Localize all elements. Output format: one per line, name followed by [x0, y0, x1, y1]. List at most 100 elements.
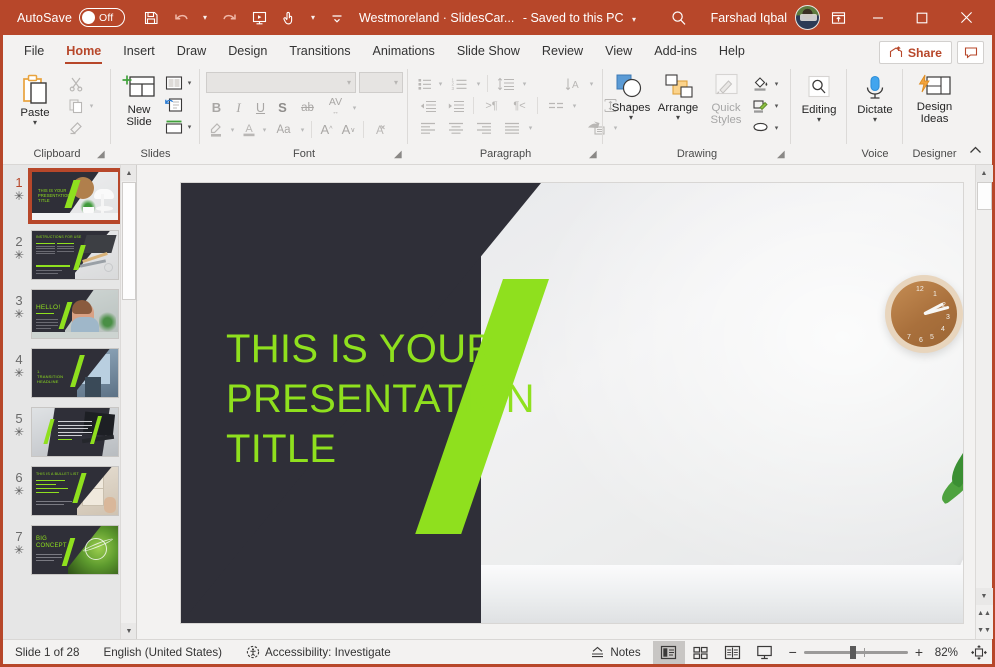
- shape-effects-icon[interactable]: [750, 117, 771, 138]
- normal-view-button[interactable]: [652, 640, 685, 664]
- increase-indent-icon[interactable]: [442, 95, 469, 116]
- arrange-button[interactable]: Arrange ▾: [654, 71, 702, 122]
- justify-icon[interactable]: [498, 117, 525, 138]
- slide-thumbnail-2[interactable]: 2 ✳ INSTRUCTIONS FOR USE: [3, 230, 136, 280]
- font-name-combobox[interactable]: ▾: [206, 72, 356, 93]
- quick-styles-button[interactable]: Quick Styles: [703, 71, 749, 126]
- decrease-font-size-button[interactable]: A ∨: [338, 119, 359, 140]
- text-direction-icon[interactable]: A: [559, 73, 586, 94]
- zoom-slider[interactable]: [803, 645, 908, 659]
- slide-thumb-image-2[interactable]: INSTRUCTIONS FOR USE: [31, 230, 119, 280]
- copy-icon[interactable]: [65, 95, 86, 116]
- justify-dropdown-icon[interactable]: ▾: [526, 124, 535, 132]
- strikethrough-button[interactable]: ab: [294, 97, 321, 118]
- increase-font-size-button[interactable]: A ^: [316, 119, 337, 140]
- text-highlight-icon[interactable]: [206, 119, 227, 140]
- slide-scroll-down-icon[interactable]: ▼: [975, 588, 993, 605]
- tab-insert[interactable]: Insert: [112, 37, 166, 65]
- numbering-dropdown-icon[interactable]: ▾: [474, 80, 483, 88]
- thumbnail-scrollbar-thumb[interactable]: [122, 182, 136, 300]
- tab-view[interactable]: View: [594, 37, 643, 65]
- tab-design[interactable]: Design: [217, 37, 278, 65]
- decrease-indent-icon[interactable]: [414, 95, 441, 116]
- slide-sorter-view-button[interactable]: [685, 641, 717, 664]
- paste-button[interactable]: Paste ▾: [9, 70, 61, 127]
- current-slide[interactable]: 12 1 2 3 4 5 6 7 THIS IS YOUR PRESENTATI…: [181, 183, 963, 623]
- copy-dropdown-icon[interactable]: ▾: [87, 102, 96, 110]
- change-case-dropdown-icon[interactable]: ▾: [298, 126, 307, 134]
- thumbnail-scroll-down-icon[interactable]: ▼: [121, 623, 136, 639]
- shape-outline-icon[interactable]: [750, 95, 771, 116]
- autosave-toggle[interactable]: Off: [79, 8, 126, 27]
- slide-title-text[interactable]: THIS IS YOUR PRESENTATION TITLE: [226, 324, 656, 474]
- new-slide-button[interactable]: New Slide: [117, 70, 161, 128]
- start-presentation-icon[interactable]: [245, 4, 273, 32]
- shape-effects-dropdown-icon[interactable]: ▾: [772, 124, 781, 132]
- slide-thumbnail-1[interactable]: 1 ✳ THIS IS YOUR PRESENTATION TITLE: [3, 168, 136, 224]
- slide-thumbnail-6[interactable]: 6 ✳ THIS IS A BULLET LIST: [3, 466, 136, 516]
- slide-thumb-image-3[interactable]: HELLO!: [31, 289, 119, 339]
- thumbnail-pane-scrollbar[interactable]: ▲ ▼: [120, 165, 136, 639]
- undo-dropdown-icon[interactable]: ▾: [197, 4, 213, 32]
- touch-mode-icon[interactable]: [275, 4, 303, 32]
- left-to-right-icon[interactable]: >¶: [478, 95, 505, 116]
- ribbon-display-options-icon[interactable]: [820, 3, 856, 33]
- slide-thumbnail-4[interactable]: 4 ✳ 1. TRANSITION HEADLINE: [3, 348, 136, 398]
- zoom-out-button[interactable]: −: [789, 644, 797, 660]
- right-to-left-icon[interactable]: ¶<: [506, 95, 533, 116]
- comments-icon[interactable]: [957, 41, 984, 64]
- tab-add-ins[interactable]: Add-ins: [643, 37, 708, 65]
- bold-button[interactable]: B: [206, 97, 227, 118]
- underline-button[interactable]: U: [250, 97, 271, 118]
- save-icon[interactable]: [137, 4, 165, 32]
- font-dialog-launcher[interactable]: ◢: [394, 150, 405, 161]
- change-case-button[interactable]: Aa: [270, 119, 297, 140]
- tab-draw[interactable]: Draw: [166, 37, 217, 65]
- align-left-icon[interactable]: [414, 117, 441, 138]
- shape-fill-dropdown-icon[interactable]: ▾: [772, 80, 781, 88]
- tab-file[interactable]: File: [13, 37, 55, 65]
- reset-icon[interactable]: [163, 94, 184, 115]
- bullets-icon[interactable]: [414, 73, 435, 94]
- tab-review[interactable]: Review: [531, 37, 594, 65]
- slide-thumbnail-3[interactable]: 3 ✳ HELLO!: [3, 289, 136, 339]
- format-painter-icon[interactable]: [65, 117, 86, 138]
- collapse-ribbon-icon[interactable]: [965, 140, 986, 161]
- close-button[interactable]: [944, 0, 988, 35]
- zoom-in-button[interactable]: +: [915, 644, 923, 660]
- numbering-icon[interactable]: 123: [446, 73, 473, 94]
- shape-outline-dropdown-icon[interactable]: ▾: [772, 102, 781, 110]
- slide-thumb-image-6[interactable]: THIS IS A BULLET LIST: [31, 466, 119, 516]
- tab-slide-show[interactable]: Slide Show: [446, 37, 531, 65]
- paste-dropdown-icon[interactable]: ▾: [33, 119, 37, 127]
- columns-dropdown-icon[interactable]: ▾: [570, 102, 579, 110]
- slide-thumbnail-7[interactable]: 7 ✳ BIG CONCEPT: [3, 525, 136, 575]
- tab-transitions[interactable]: Transitions: [278, 37, 361, 65]
- next-slide-icon[interactable]: ▼▼: [975, 622, 993, 639]
- italic-button[interactable]: I: [228, 97, 249, 118]
- slide-show-view-button[interactable]: [749, 641, 781, 664]
- save-state-label[interactable]: - Saved to this PC: [523, 11, 624, 25]
- character-spacing-button[interactable]: AV ↔: [322, 97, 349, 118]
- shapes-dropdown-icon[interactable]: ▾: [629, 114, 633, 122]
- bullets-dropdown-icon[interactable]: ▾: [436, 80, 445, 88]
- reading-view-button[interactable]: [717, 641, 749, 664]
- document-title[interactable]: Westmoreland · SlidesCar...: [359, 11, 514, 25]
- slide-scroll-track[interactable]: [976, 182, 993, 588]
- title-dropdown-icon[interactable]: ▾: [632, 15, 636, 24]
- touch-mode-dropdown-icon[interactable]: ▾: [305, 4, 321, 32]
- previous-slide-icon[interactable]: ▲▲: [975, 605, 993, 622]
- avatar[interactable]: [795, 5, 820, 30]
- maximize-button[interactable]: [900, 0, 944, 35]
- layout-icon[interactable]: [163, 72, 184, 93]
- user-name[interactable]: Farshad Iqbal: [711, 11, 787, 25]
- zoom-slider-handle[interactable]: [849, 645, 856, 659]
- slide-thumbnail-5[interactable]: 5 ✳: [3, 407, 136, 457]
- cut-icon[interactable]: [65, 73, 86, 94]
- tab-home[interactable]: Home: [55, 37, 112, 65]
- tab-animations[interactable]: Animations: [362, 37, 446, 65]
- shapes-button[interactable]: Shapes ▾: [609, 71, 653, 122]
- dictate-dropdown-icon[interactable]: ▾: [873, 116, 877, 124]
- undo-icon[interactable]: [167, 4, 195, 32]
- redo-icon[interactable]: [215, 4, 243, 32]
